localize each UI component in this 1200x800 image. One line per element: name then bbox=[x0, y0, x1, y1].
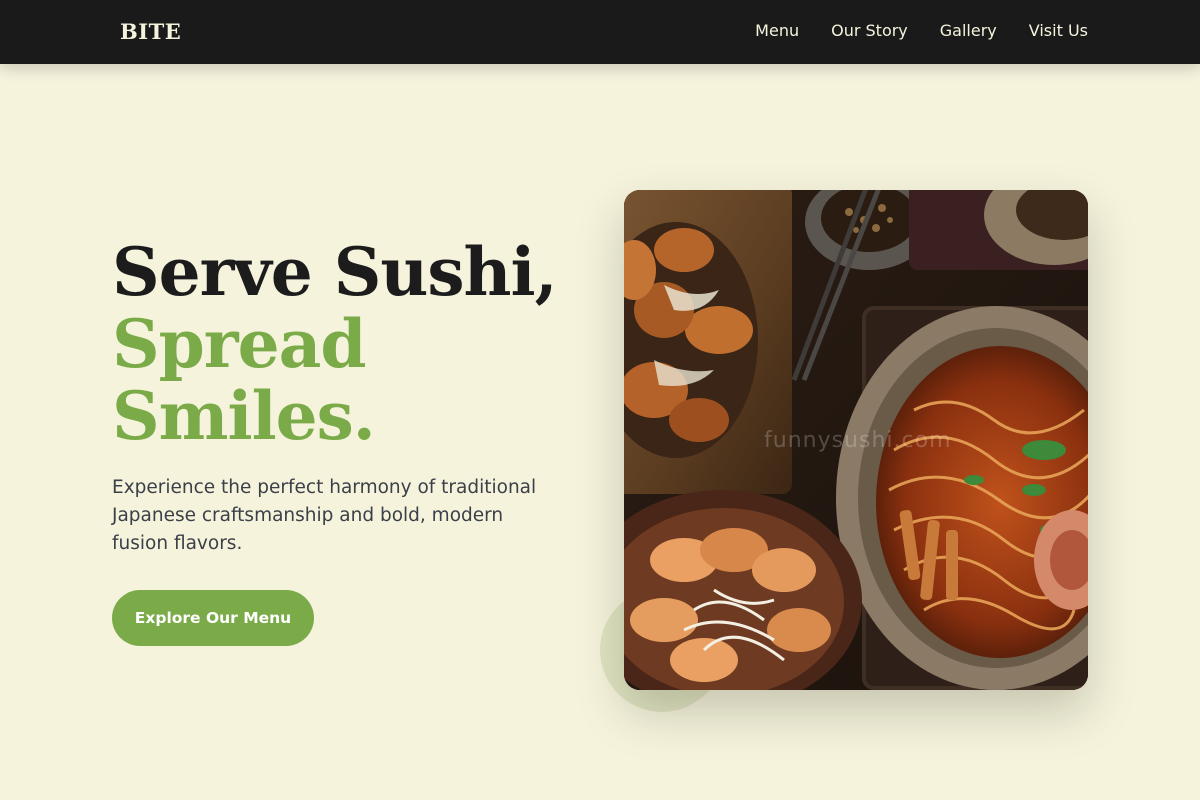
headline-line-2: Spread bbox=[112, 305, 367, 383]
nav-link-our-story[interactable]: Our Story bbox=[831, 20, 908, 42]
nav-link-gallery[interactable]: Gallery bbox=[940, 20, 997, 42]
hero-food-image: funnysushi.com bbox=[624, 190, 1088, 690]
nav-link-visit-us[interactable]: Visit Us bbox=[1029, 20, 1088, 42]
main-nav: Menu Our Story Gallery Visit Us bbox=[755, 20, 1088, 42]
headline-line-3: Smiles. bbox=[112, 377, 376, 455]
top-navigation-bar: BITE Menu Our Story Gallery Visit Us bbox=[0, 0, 1200, 64]
nav-link-menu[interactable]: Menu bbox=[755, 20, 799, 42]
explore-menu-button[interactable]: Explore Our Menu bbox=[112, 590, 314, 646]
hero-description: Experience the perfect harmony of tradit… bbox=[112, 477, 537, 554]
hero-headline: Serve Sushi, Spread Smiles. bbox=[112, 236, 592, 452]
image-watermark: funnysushi.com bbox=[764, 428, 952, 453]
brand-logo[interactable]: BITE bbox=[120, 19, 181, 45]
headline-line-1: Serve Sushi, bbox=[112, 233, 558, 311]
